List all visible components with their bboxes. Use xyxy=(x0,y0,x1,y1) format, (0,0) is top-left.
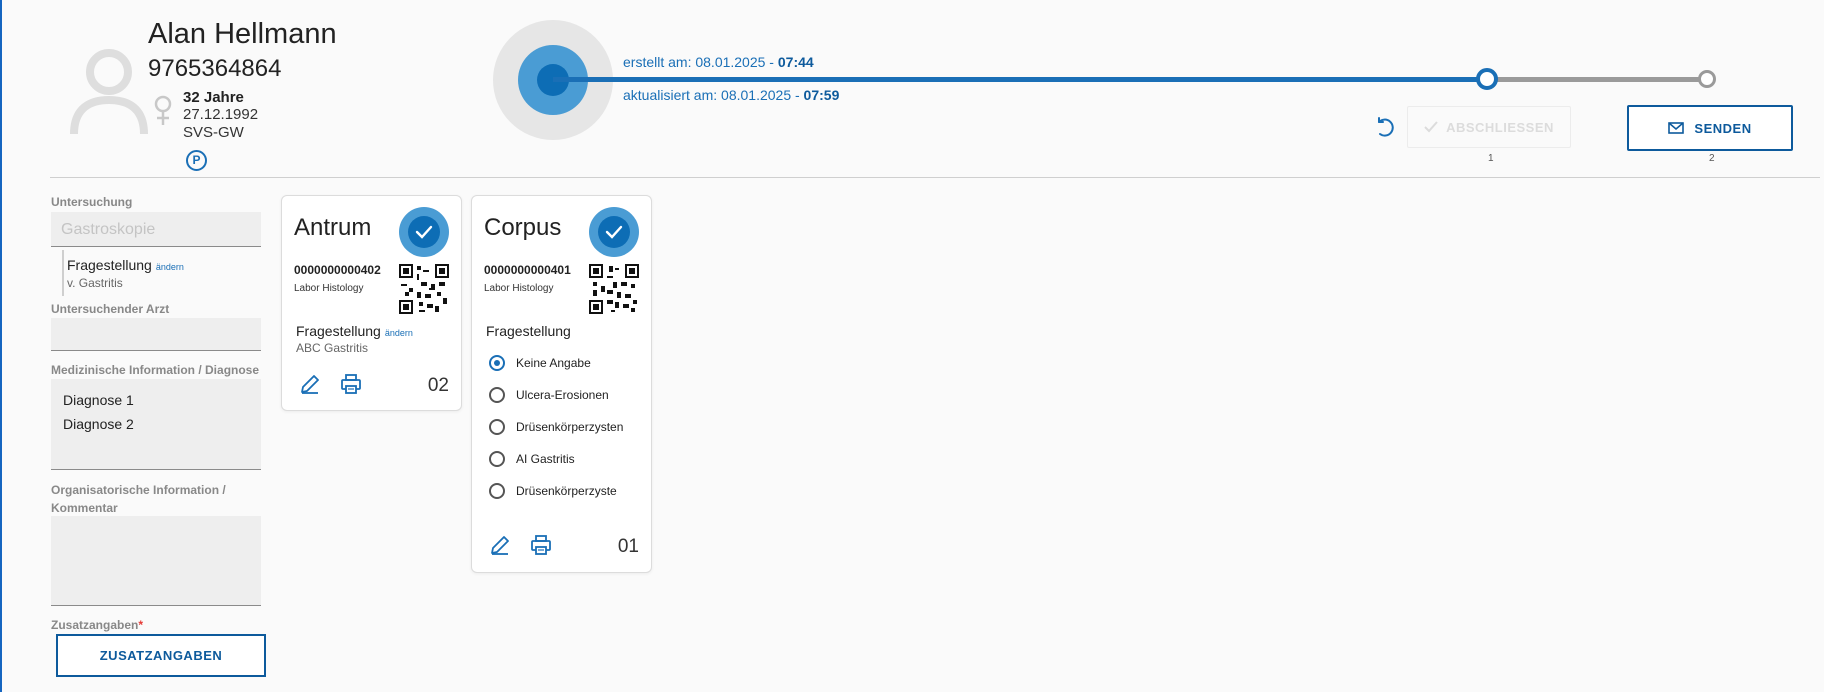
pencil-icon[interactable] xyxy=(299,373,321,395)
radio-button[interactable] xyxy=(489,387,505,403)
extra-info-label: Zusatzangaben* xyxy=(51,618,143,632)
required-mark: * xyxy=(138,618,144,632)
updated-time: 07:59 xyxy=(803,87,840,103)
card-question-change-link[interactable]: ändern xyxy=(385,328,413,338)
radio-button[interactable] xyxy=(489,419,505,435)
close-button-label: ABSCHLIESSEN xyxy=(1446,119,1554,135)
card-question-value: ABC Gastritis xyxy=(296,341,369,355)
radio-option[interactable]: AI Gastritis xyxy=(489,451,575,467)
patient-birthdate: 27.12.1992 xyxy=(183,106,259,123)
card-question: Fragestellung ändern xyxy=(296,323,413,339)
question-value: v. Gastritis xyxy=(67,276,123,290)
radio-option[interactable]: Ulcera-Erosionen xyxy=(489,387,609,403)
check-icon xyxy=(408,216,440,248)
diagnosis-2: Diagnose 2 xyxy=(63,416,134,432)
doctor-label: Untersuchender Arzt xyxy=(51,302,170,316)
undo-icon[interactable] xyxy=(1372,115,1396,139)
close-button[interactable]: ABSCHLIESSEN xyxy=(1407,106,1571,148)
radio-button[interactable] xyxy=(489,483,505,499)
radio-button[interactable] xyxy=(489,355,505,371)
printer-icon[interactable] xyxy=(340,373,362,395)
check-icon xyxy=(1424,121,1438,133)
radio-option-label: AI Gastritis xyxy=(516,452,575,466)
radio-option[interactable]: Drüsenkörperzysten xyxy=(489,419,623,435)
sample-code: 0000000000402 xyxy=(294,263,381,277)
created-label: erstellt am: 08.01.2025 - xyxy=(623,54,778,70)
radio-option-label: Ulcera-Erosionen xyxy=(516,388,609,402)
radio-option-label: Drüsenkörperzyste xyxy=(516,484,617,498)
diagnosis-1: Diagnose 1 xyxy=(63,392,134,408)
created-timestamp: erstellt am: 08.01.2025 - 07:44 xyxy=(623,54,814,70)
card-number: 02 xyxy=(427,375,449,396)
person-icon xyxy=(70,49,148,135)
check-icon xyxy=(598,216,630,248)
examination-field[interactable]: Gastroskopie xyxy=(51,212,261,247)
updated-timestamp: aktualisiert am: 08.01.2025 - 07:59 xyxy=(623,87,839,103)
card-question-label: Fragestellung xyxy=(486,323,571,339)
patient-age: 32 Jahre xyxy=(183,89,244,106)
radio-option[interactable]: Keine Angabe xyxy=(489,355,591,371)
step-1-number: 1 xyxy=(1488,153,1494,164)
card-question-label: Fragestellung xyxy=(296,323,381,339)
radio-option-label: Keine Angabe xyxy=(516,356,591,370)
medical-info-label: Medizinische Information / Diagnose xyxy=(51,363,260,377)
examination-label: Untersuchung xyxy=(51,195,133,209)
sample-code: 0000000000401 xyxy=(484,263,571,277)
card-number: 01 xyxy=(617,536,639,557)
radio-button[interactable] xyxy=(489,451,505,467)
left-accent-bar xyxy=(0,0,2,692)
examination-value: Gastroskopie xyxy=(61,221,156,238)
org-info-label: Organisatorische Information / Kommentar xyxy=(51,483,226,515)
patient-number: 9765364864 xyxy=(148,55,282,82)
updated-label: aktualisiert am: 08.01.2025 - xyxy=(623,87,804,103)
mail-icon xyxy=(1668,122,1685,134)
printer-icon[interactable] xyxy=(530,534,552,556)
question-label: Fragestellung xyxy=(67,257,152,273)
progress-line-done xyxy=(553,77,1487,82)
card-title: Antrum xyxy=(294,214,372,241)
sample-card-corpus[interactable]: Corpus 0000000000401 Labor Histology Fra… xyxy=(471,195,652,573)
header-divider xyxy=(50,177,1820,178)
patient-insurance: SVS-GW xyxy=(183,124,244,141)
progress-line-pending xyxy=(1487,77,1709,82)
doctor-field[interactable] xyxy=(51,318,261,351)
send-button-label: SENDEN xyxy=(1694,120,1752,136)
qr-code-icon xyxy=(589,264,639,314)
step-2-number: 2 xyxy=(1709,153,1715,164)
send-button[interactable]: SENDEN xyxy=(1627,105,1793,151)
sample-card-antrum[interactable]: Antrum 0000000000402 Labor Histology Fra… xyxy=(281,195,462,411)
step-2-marker xyxy=(1698,70,1716,88)
question-indent-bar xyxy=(62,250,64,296)
female-icon xyxy=(154,95,172,125)
card-title: Corpus xyxy=(484,214,562,241)
check-circle-icon xyxy=(399,207,449,257)
question-change-link[interactable]: ändern xyxy=(156,262,184,272)
medical-info-field[interactable]: Diagnose 1 Diagnose 2 xyxy=(51,379,261,470)
lab-name: Labor Histology xyxy=(484,283,554,294)
question-title: Fragestellung ändern xyxy=(67,257,184,273)
radio-option[interactable]: Drüsenkörperzyste xyxy=(489,483,617,499)
extra-info-button[interactable]: ZUSATZANGABEN xyxy=(56,634,266,677)
pencil-icon[interactable] xyxy=(489,534,511,556)
p-badge: P xyxy=(186,150,207,171)
step-1-marker xyxy=(1476,68,1498,90)
extra-info-label-text: Zusatzangaben xyxy=(51,618,139,632)
org-info-field[interactable] xyxy=(51,516,261,606)
check-circle-icon xyxy=(589,207,639,257)
qr-code-icon xyxy=(399,264,449,314)
patient-name: Alan Hellmann xyxy=(148,18,337,50)
created-time: 07:44 xyxy=(777,54,814,70)
radio-option-label: Drüsenkörperzysten xyxy=(516,420,624,434)
lab-name: Labor Histology xyxy=(294,283,364,294)
